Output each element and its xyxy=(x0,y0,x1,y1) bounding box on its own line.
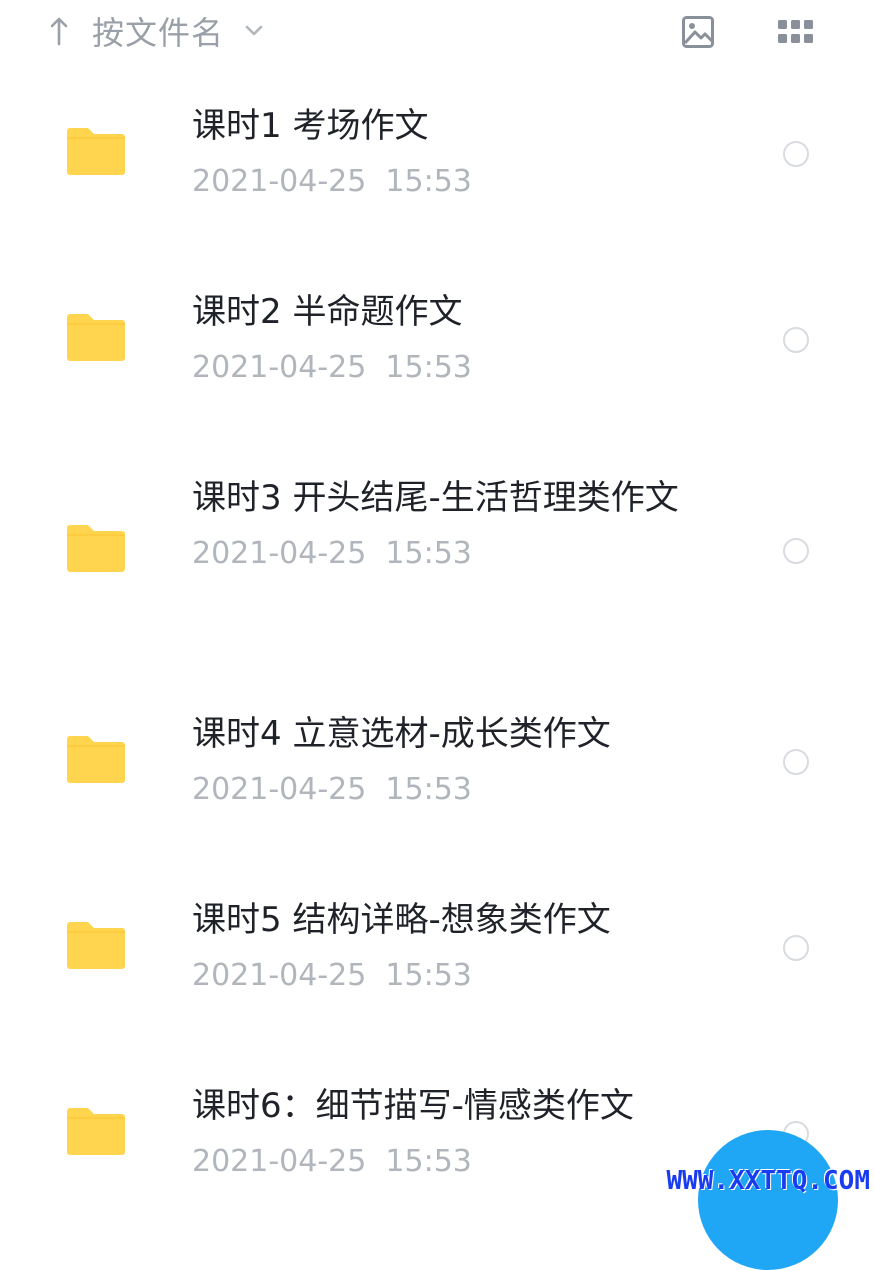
grid-icon xyxy=(778,20,813,43)
file-name: 课时1 考场作文 xyxy=(192,106,429,146)
file-list: 课时1 考场作文 2021-04-25 15:53 课时2 半命题作文 2021… xyxy=(0,64,874,1230)
folder-icon xyxy=(67,525,125,572)
file-name: 课时2 半命题作文 xyxy=(192,292,463,332)
file-row-2[interactable]: 课时2 半命题作文 2021-04-25 15:53 xyxy=(0,250,874,436)
select-radio[interactable] xyxy=(783,538,809,564)
file-date: 2021-04-25 15:53 xyxy=(192,1144,472,1179)
file-name: 课时4 立意选材-成长类作文 xyxy=(192,714,611,754)
file-name: 课时6：细节描写-情感类作文 xyxy=(192,1086,634,1126)
chevron-down-icon xyxy=(245,25,263,36)
file-date: 2021-04-25 15:53 xyxy=(192,350,472,385)
sort-label: 按文件名 xyxy=(92,14,225,52)
folder-icon xyxy=(67,1108,125,1155)
select-radio[interactable] xyxy=(783,749,809,775)
folder-icon xyxy=(67,736,125,783)
image-view-button[interactable] xyxy=(680,14,716,50)
file-row-1[interactable]: 课时1 考场作文 2021-04-25 15:53 xyxy=(0,64,874,250)
folder-icon xyxy=(67,314,125,361)
select-radio[interactable] xyxy=(783,935,809,961)
arrow-up-icon xyxy=(50,17,68,46)
select-radio[interactable] xyxy=(783,141,809,167)
top-toolbar: 按文件名 xyxy=(0,0,874,64)
file-date: 2021-04-25 15:53 xyxy=(192,772,472,807)
file-row-3[interactable]: 课时3 开头结尾-生活哲理类作文 2021-04-25 15:53 xyxy=(0,436,874,672)
file-date: 2021-04-25 15:53 xyxy=(192,958,472,993)
file-date: 2021-04-25 15:53 xyxy=(192,536,472,571)
select-radio[interactable] xyxy=(783,327,809,353)
image-icon xyxy=(682,16,714,48)
sort-by-name-dropdown[interactable]: 按文件名 xyxy=(50,8,264,54)
watermark-text: WWW.XXTTQ.COM xyxy=(666,1166,871,1196)
file-name: 课时5 结构详略-想象类作文 xyxy=(192,900,611,940)
file-row-4[interactable]: 课时4 立意选材-成长类作文 2021-04-25 15:53 xyxy=(0,672,874,858)
folder-icon xyxy=(67,128,125,175)
folder-icon xyxy=(67,922,125,969)
grid-view-button[interactable] xyxy=(778,14,814,50)
file-name: 课时3 开头结尾-生活哲理类作文 xyxy=(192,478,679,518)
file-date: 2021-04-25 15:53 xyxy=(192,164,472,199)
floating-action-button[interactable] xyxy=(698,1130,838,1270)
file-row-5[interactable]: 课时5 结构详略-想象类作文 2021-04-25 15:53 xyxy=(0,858,874,1044)
